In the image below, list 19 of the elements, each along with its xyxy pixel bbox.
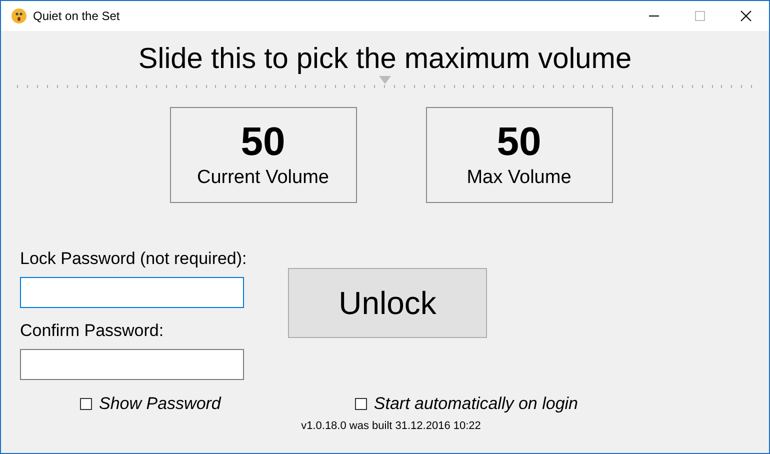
volume-slider[interactable] <box>17 76 753 90</box>
password-field[interactable] <box>20 349 244 380</box>
window-title: Quiet on the Set <box>33 8 120 25</box>
volume-value: 50 <box>496 120 542 164</box>
checkbox[interactable] <box>354 398 367 410</box>
volume-label: Current Volume <box>196 166 329 190</box>
password-field[interactable] <box>20 277 244 308</box>
unlock-button[interactable]: Unlock <box>288 268 487 338</box>
volume-value: 50 <box>240 120 286 164</box>
slider-thumb[interactable] <box>379 76 391 84</box>
field-label: Confirm Password: <box>20 320 165 342</box>
field-label: Lock Password (not required): <box>20 248 248 270</box>
version-text: v1.0.18.0 was built 31.12.2016 10:22 <box>300 419 482 434</box>
emoji-icon <box>11 8 27 24</box>
checkbox-label: Start automatically on login <box>374 393 578 415</box>
checkbox-label: Show Password <box>99 393 221 415</box>
heading: Slide this to pick the maximum volume <box>137 42 633 77</box>
checkbox[interactable] <box>80 398 92 410</box>
volume-label: Max Volume <box>466 166 572 190</box>
